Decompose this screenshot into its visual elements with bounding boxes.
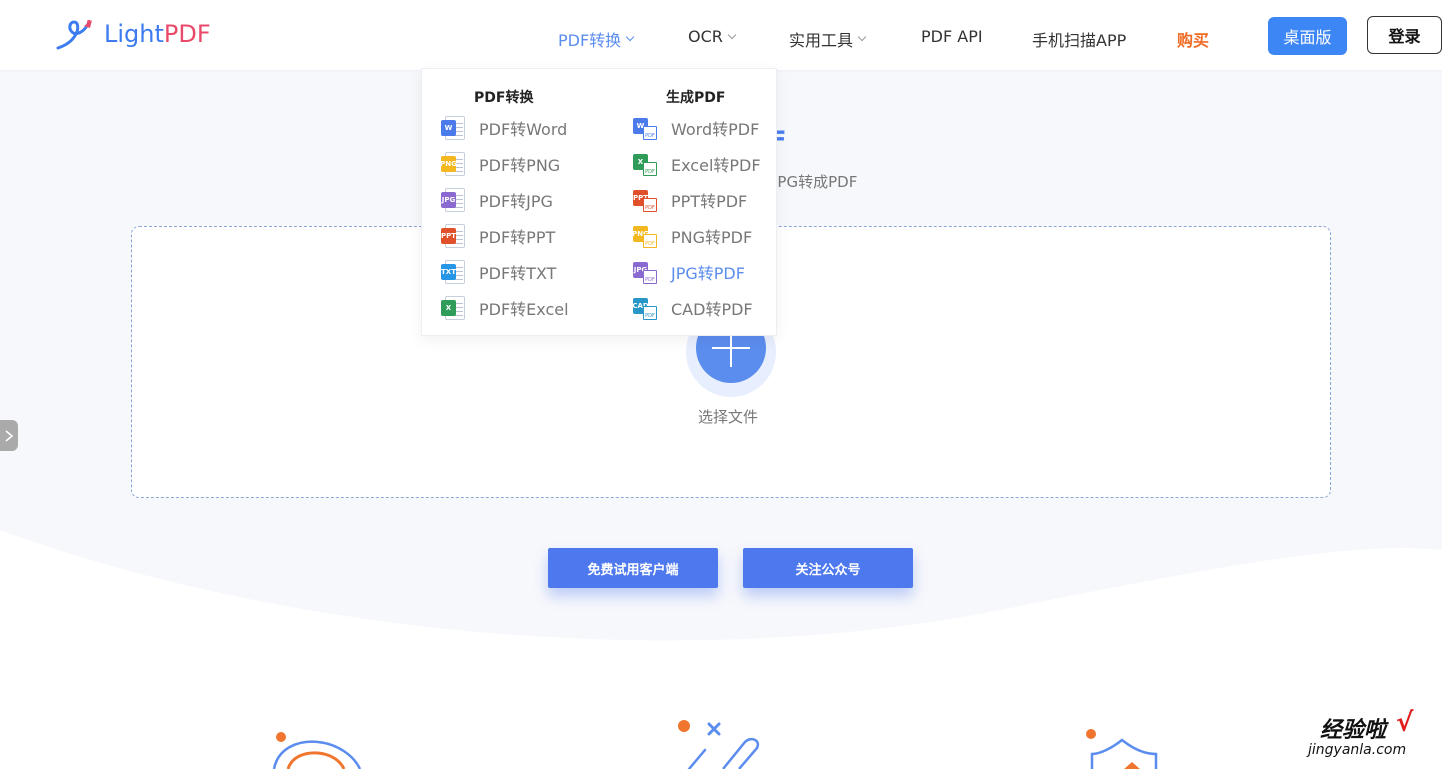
follow-official-account-button[interactable]: 关注公众号 (743, 548, 913, 588)
png-to-pdf-icon: PNG PDF (632, 224, 659, 248)
watermark-text: 经验啦 (1320, 718, 1387, 743)
jpg-icon: JPG (441, 188, 467, 212)
chevron-down-icon (625, 32, 635, 42)
pdf-convert-dropdown: PDF转换 生成PDF W PDF转Word PNG PDF转PNG JPG P… (421, 68, 777, 336)
tools-feature-icon (678, 720, 760, 769)
menu-item-excel-to-pdf[interactable]: X PDF Excel转PDF (633, 152, 761, 176)
menu-item-pdf-to-png[interactable]: PNG PDF转PNG (440, 152, 560, 176)
nav-tools[interactable]: 实用工具 (789, 27, 867, 51)
txt-icon: TXT (441, 260, 467, 284)
menu-item-pdf-to-word[interactable]: W PDF转Word (441, 116, 567, 140)
menu-item-ppt-to-pdf[interactable]: PPT PDF PPT转PDF (633, 188, 747, 212)
free-trial-client-button[interactable]: 免费试用客户端 (548, 548, 718, 588)
bird-logo-icon (56, 20, 92, 50)
menu-item-jpg-to-pdf[interactable]: JPG PDF JPG转PDF (633, 260, 745, 284)
png-icon: PNG (440, 152, 467, 176)
menu-item-png-to-pdf[interactable]: PNG PDF PNG转PDF (632, 224, 752, 248)
ppt-icon: PPT (441, 224, 467, 248)
menu-item-pdf-to-jpg[interactable]: JPG PDF转JPG (441, 188, 553, 212)
menu-item-pdf-to-txt[interactable]: TXT PDF转TXT (441, 260, 556, 284)
word-icon: W (441, 116, 467, 140)
word-to-pdf-icon: W PDF (633, 116, 659, 140)
page-subtitle: JPG转成PDF (773, 173, 858, 191)
cad-to-pdf-icon: CAD PDF (632, 296, 659, 320)
speed-feature-icon (272, 732, 362, 769)
chevron-down-icon (857, 32, 867, 42)
nav-pdf-api[interactable]: PDF API (921, 27, 983, 46)
chevron-down-icon (727, 30, 737, 39)
top-header: LightPDF PDF转换 OCR 实用工具 PDF API 手机扫描APP … (0, 0, 1442, 70)
lightpdf-logo[interactable]: LightPDF (54, 16, 211, 52)
jingyanla-watermark: 经验啦 √ jingyanla.com (1300, 708, 1430, 768)
nav-mobile-scan-app[interactable]: 手机扫描APP (1032, 27, 1126, 51)
chevron-right-icon (5, 429, 14, 442)
nav-pdf-convert[interactable]: PDF转换 (558, 27, 635, 51)
menu-item-cad-to-pdf[interactable]: CAD PDF CAD转PDF (632, 296, 753, 320)
login-button[interactable]: 登录 (1367, 16, 1442, 54)
dropdown-heading-pdf-convert: PDF转换 (474, 90, 534, 106)
ppt-to-pdf-icon: PPT PDF (633, 188, 659, 212)
menu-item-pdf-to-excel[interactable]: X PDF转Excel (441, 296, 569, 320)
logo-pdf-text: PDF (163, 20, 211, 48)
menu-item-word-to-pdf[interactable]: W PDF Word转PDF (633, 116, 759, 140)
checkmark-icon: √ (1396, 708, 1414, 738)
excel-icon: X (441, 296, 467, 320)
desktop-version-button[interactable]: 桌面版 (1268, 17, 1347, 55)
logo-light-text: Light (104, 20, 164, 48)
dropdown-heading-create-pdf: 生成PDF (666, 90, 726, 106)
side-expand-tab[interactable] (0, 420, 18, 451)
nav-buy[interactable]: 购买 (1177, 27, 1209, 51)
excel-to-pdf-icon: X PDF (633, 152, 659, 176)
nav-ocr[interactable]: OCR (688, 27, 737, 46)
watermark-url: jingyanla.com (1308, 742, 1407, 758)
wave-background (0, 530, 1442, 670)
select-file-label[interactable]: 选择文件 (698, 406, 758, 427)
security-feature-icon (1086, 729, 1158, 769)
jpg-to-pdf-icon: JPG PDF (633, 260, 659, 284)
menu-item-pdf-to-ppt[interactable]: PPT PDF转PPT (441, 224, 555, 248)
